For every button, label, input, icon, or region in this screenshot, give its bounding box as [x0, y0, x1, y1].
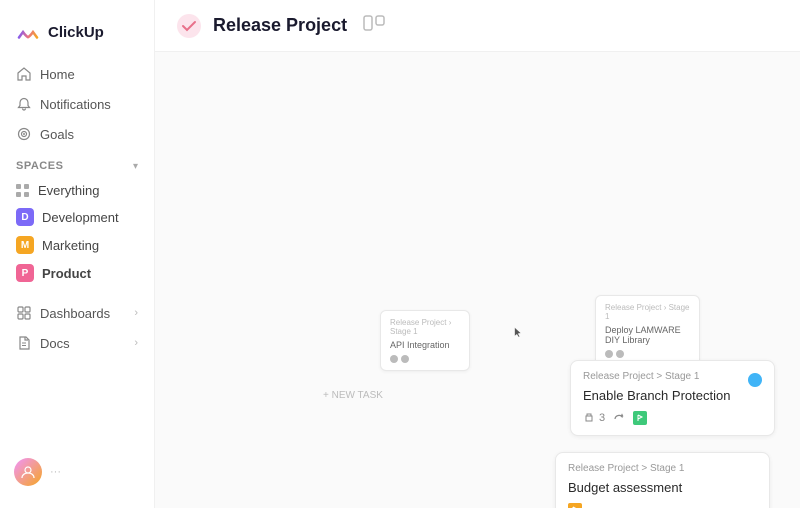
- docs-label: Docs: [40, 336, 70, 351]
- space-product-label: Product: [42, 266, 91, 281]
- card1-breadcrumb: Release Project > Stage 1: [583, 371, 762, 382]
- chevron-right-docs-icon: ›: [134, 337, 138, 349]
- user-avatar[interactable]: [14, 458, 42, 486]
- dashboard-icon: [16, 305, 32, 321]
- product-avatar: P: [16, 264, 34, 282]
- target-icon: [16, 126, 32, 142]
- new-task-left[interactable]: + NEW TASK: [323, 390, 383, 401]
- project-icon: [175, 12, 203, 40]
- chevron-down-icon: ▾: [133, 161, 138, 172]
- mini-card-title: API Integration: [390, 340, 460, 350]
- nav-docs[interactable]: Docs ›: [8, 329, 146, 357]
- task-card-branch[interactable]: Release Project > Stage 1 Enable Branch …: [570, 360, 775, 436]
- space-marketing-label: Marketing: [42, 238, 99, 253]
- page-header: Release Project: [155, 0, 800, 52]
- mini-card-deploy-meta: [605, 350, 690, 358]
- nav-notifications-label: Notifications: [40, 97, 111, 112]
- cursor: [513, 327, 523, 337]
- nav-home[interactable]: Home: [8, 60, 146, 88]
- card1-footer: 3: [583, 411, 762, 425]
- main-nav: Home Notifications Goals: [0, 60, 154, 148]
- home-icon: [16, 66, 32, 82]
- mini-card-api[interactable]: Release Project › Stage 1 API Integratio…: [380, 310, 470, 371]
- card1-count-label: 3: [599, 412, 605, 424]
- mini-card-deploy-title: Deploy LAMWARE DIY Library: [605, 325, 690, 345]
- space-everything-label: Everything: [38, 183, 99, 198]
- sidebar-bottom: Dashboards › Docs ›: [0, 299, 154, 357]
- chevron-right-icon: ›: [134, 307, 138, 319]
- canvas-area: Release Project › Stage 1 API Integratio…: [155, 52, 800, 508]
- nav-home-label: Home: [40, 67, 75, 82]
- grid-icon: [16, 184, 30, 198]
- bell-icon: [16, 96, 32, 112]
- docs-icon: [16, 335, 32, 351]
- task-card-budget[interactable]: Release Project > Stage 1 Budget assessm…: [555, 452, 770, 508]
- space-development-label: Development: [42, 210, 119, 225]
- sidebar: ClickUp Home Notifications: [0, 0, 155, 508]
- page-title: Release Project: [213, 15, 347, 36]
- logo-text: ClickUp: [48, 24, 104, 41]
- spaces-label: Spaces: [16, 160, 63, 172]
- board-view-icon[interactable]: [363, 15, 385, 37]
- spaces-header[interactable]: Spaces ▾: [0, 148, 154, 178]
- repeat-icon: [613, 412, 625, 424]
- nav-goals[interactable]: Goals: [8, 120, 146, 148]
- logo[interactable]: ClickUp: [0, 12, 154, 60]
- clickup-logo-icon: [14, 18, 42, 46]
- mini-card-breadcrumb: Release Project › Stage 1: [390, 318, 460, 336]
- nav-notifications[interactable]: Notifications: [8, 90, 146, 118]
- card2-title: Budget assessment: [568, 480, 757, 495]
- mini-card-meta: [390, 355, 460, 363]
- mini-card-deploy[interactable]: Release Project › Stage 1 Deploy LAMWARE…: [595, 295, 700, 366]
- main-content: Release Project Release Project › Stage …: [155, 0, 800, 508]
- user-menu-dots[interactable]: ···: [50, 466, 61, 478]
- sidebar-item-everything[interactable]: Everything: [8, 178, 146, 203]
- sidebar-item-development[interactable]: D Development: [8, 203, 146, 231]
- card2-footer: [568, 503, 757, 508]
- card2-flag: [568, 503, 582, 508]
- dashboards-label: Dashboards: [40, 306, 110, 321]
- sidebar-footer: ···: [0, 448, 154, 496]
- nav-goals-label: Goals: [40, 127, 74, 142]
- mini-card-deploy-breadcrumb: Release Project › Stage 1: [605, 303, 690, 321]
- marketing-avatar: M: [16, 236, 34, 254]
- sidebar-item-product[interactable]: P Product: [8, 259, 146, 287]
- card1-count: 3: [583, 412, 605, 424]
- sidebar-item-marketing[interactable]: M Marketing: [8, 231, 146, 259]
- nav-dashboards[interactable]: Dashboards ›: [8, 299, 146, 327]
- development-avatar: D: [16, 208, 34, 226]
- card1-title: Enable Branch Protection: [583, 388, 762, 403]
- card2-breadcrumb: Release Project > Stage 1: [568, 463, 757, 474]
- card1-flag: [633, 411, 647, 425]
